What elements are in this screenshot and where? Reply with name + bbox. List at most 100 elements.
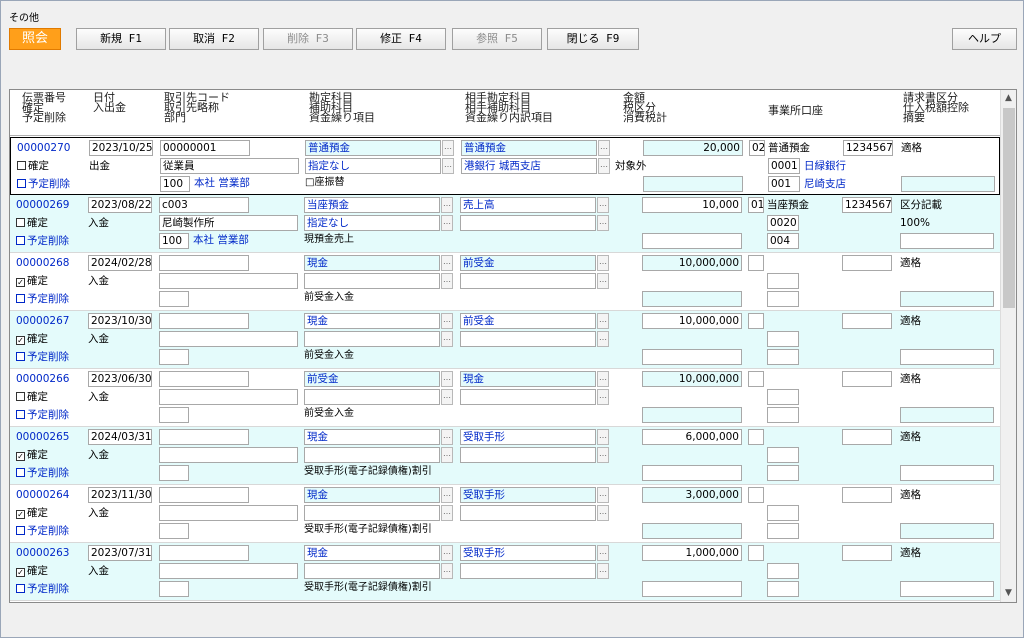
confirm-checkbox[interactable]: 確定 [16,216,48,231]
counter-account-field[interactable]: 普通預金 [461,140,597,156]
account-field[interactable]: 現金 [304,429,440,445]
account-field[interactable]: 普通預金 [305,140,441,156]
confirm-checkbox[interactable]: ✓ 確定 [16,274,48,289]
counter-sub-account-field[interactable]: 港銀行 城西支店 [461,158,597,174]
counter-sub-account-field[interactable] [460,563,596,579]
sub-account-lookup-icon[interactable]: … [441,563,453,579]
planned-delete-checkbox[interactable]: 予定削除 [17,177,70,192]
office-code-field[interactable] [748,429,764,445]
counter-account-lookup-icon[interactable]: … [598,140,610,156]
date-field[interactable]: 2023/10/25 [89,140,153,156]
confirm-checkbox[interactable]: 確定 [16,390,48,405]
account-field[interactable]: 現金 [304,487,440,503]
counter-account-lookup-icon[interactable]: … [597,487,609,503]
counter-sub-lookup-icon[interactable]: … [597,505,609,521]
counter-account-lookup-icon[interactable]: … [597,429,609,445]
sub-account-field[interactable]: 指定なし [305,158,441,174]
account-lookup-icon[interactable]: … [441,197,453,213]
account-field[interactable]: 現金 [304,545,440,561]
sub-account-field[interactable] [304,447,440,463]
memo-field[interactable] [900,291,994,307]
account-lookup-icon[interactable]: … [441,429,453,445]
counter-account-field[interactable]: 受取手形 [460,487,596,503]
bank-code-field[interactable] [767,505,799,521]
office-code-field[interactable] [748,313,764,329]
planned-delete-checkbox[interactable]: 予定削除 [16,292,69,307]
office-code-field[interactable] [748,487,764,503]
confirm-check-icon[interactable]: ✓ [16,510,25,519]
close-button[interactable]: 閉じる F9 [547,28,639,50]
consumption-tax-field[interactable] [642,291,742,307]
planned-delete-checkbox[interactable]: 予定削除 [16,234,69,249]
voucher-record[interactable]: 00000270 確定 予定削除 2023/10/25 出金 00000001 … [10,137,1000,195]
voucher-number[interactable]: 00000267 [16,314,69,329]
voucher-record[interactable]: 00000265 ✓ 確定 予定削除 2024/03/31 入金 現金 … … 受… [10,427,1000,485]
branch-code-field[interactable] [767,407,799,423]
dept-code-field[interactable] [159,291,189,307]
sub-account-field[interactable] [304,389,440,405]
voucher-number[interactable]: 00000264 [16,488,69,503]
planned-delete-checkbox[interactable]: 予定削除 [16,350,69,365]
counter-sub-account-field[interactable] [460,389,596,405]
counter-account-field[interactable]: 受取手形 [460,429,596,445]
consumption-tax-field[interactable] [642,233,742,249]
partner-code-field[interactable] [159,487,249,503]
office-code-field[interactable] [748,255,764,271]
account-number-field[interactable]: 1234567 [842,197,892,213]
amount-field[interactable]: 1,000,000 [642,545,742,561]
delete-check-icon[interactable] [16,352,25,361]
partner-name-field[interactable] [159,273,298,289]
date-field[interactable]: 2023/11/30 [88,487,152,503]
partner-code-field[interactable] [159,545,249,561]
memo-field[interactable] [900,465,994,481]
scroll-down-icon[interactable]: ▼ [1005,588,1012,598]
planned-delete-checkbox[interactable]: 予定削除 [16,466,69,481]
branch-code-field[interactable] [767,349,799,365]
consumption-tax-field[interactable] [642,349,742,365]
date-field[interactable]: 2023/07/31 [88,545,152,561]
counter-sub-lookup-icon[interactable]: … [597,215,609,231]
partner-name-field[interactable]: 従業員 [160,158,299,174]
office-code-field[interactable] [748,371,764,387]
confirm-checkbox[interactable]: ✓ 確定 [16,564,48,579]
sub-account-lookup-icon[interactable]: … [441,215,453,231]
counter-sub-lookup-icon[interactable]: … [598,158,610,174]
account-field[interactable]: 当座預金 [304,197,440,213]
account-lookup-icon[interactable]: … [441,545,453,561]
amount-field[interactable]: 20,000 [643,140,743,156]
date-field[interactable]: 2023/10/30 [88,313,152,329]
dept-code-field[interactable] [159,523,189,539]
counter-account-field[interactable]: 受取手形 [460,545,596,561]
planned-delete-checkbox[interactable]: 予定削除 [16,408,69,423]
confirm-checkbox[interactable]: 確定 [17,159,49,174]
planned-delete-checkbox[interactable]: 予定削除 [16,582,69,597]
bank-code-field[interactable] [767,389,799,405]
consumption-tax-field[interactable] [642,581,742,597]
branch-code-field[interactable] [767,291,799,307]
confirm-check-icon[interactable]: ✓ [16,336,25,345]
counter-sub-lookup-icon[interactable]: … [597,389,609,405]
memo-field[interactable] [900,581,994,597]
delete-check-icon[interactable] [16,410,25,419]
voucher-record[interactable]: 00000266 確定 予定削除 2023/06/30 入金 前受金 … … 前… [10,369,1000,427]
account-lookup-icon[interactable]: … [441,255,453,271]
confirm-checkbox[interactable]: ✓ 確定 [16,506,48,521]
amount-field[interactable]: 10,000,000 [642,255,742,271]
confirm-check-icon[interactable] [16,392,25,401]
counter-sub-account-field[interactable] [460,447,596,463]
cancel-button[interactable]: 取消 F2 [169,28,259,50]
date-field[interactable]: 2024/02/28 [88,255,152,271]
counter-account-lookup-icon[interactable]: … [597,313,609,329]
voucher-record[interactable]: 00000268 ✓ 確定 予定削除 2024/02/28 入金 現金 … … 前… [10,253,1000,311]
amount-field[interactable]: 10,000,000 [642,371,742,387]
partner-name-field[interactable] [159,389,298,405]
branch-code-field[interactable]: 004 [767,233,799,249]
counter-account-lookup-icon[interactable]: … [597,545,609,561]
memo-field[interactable] [900,523,994,539]
reference-button[interactable]: 参照 F5 [452,28,542,50]
account-number-field[interactable]: 1234567 [843,140,893,156]
delete-button[interactable]: 削除 F3 [263,28,353,50]
counter-account-lookup-icon[interactable]: … [597,371,609,387]
dept-code-field[interactable] [159,465,189,481]
date-field[interactable]: 2024/03/31 [88,429,152,445]
